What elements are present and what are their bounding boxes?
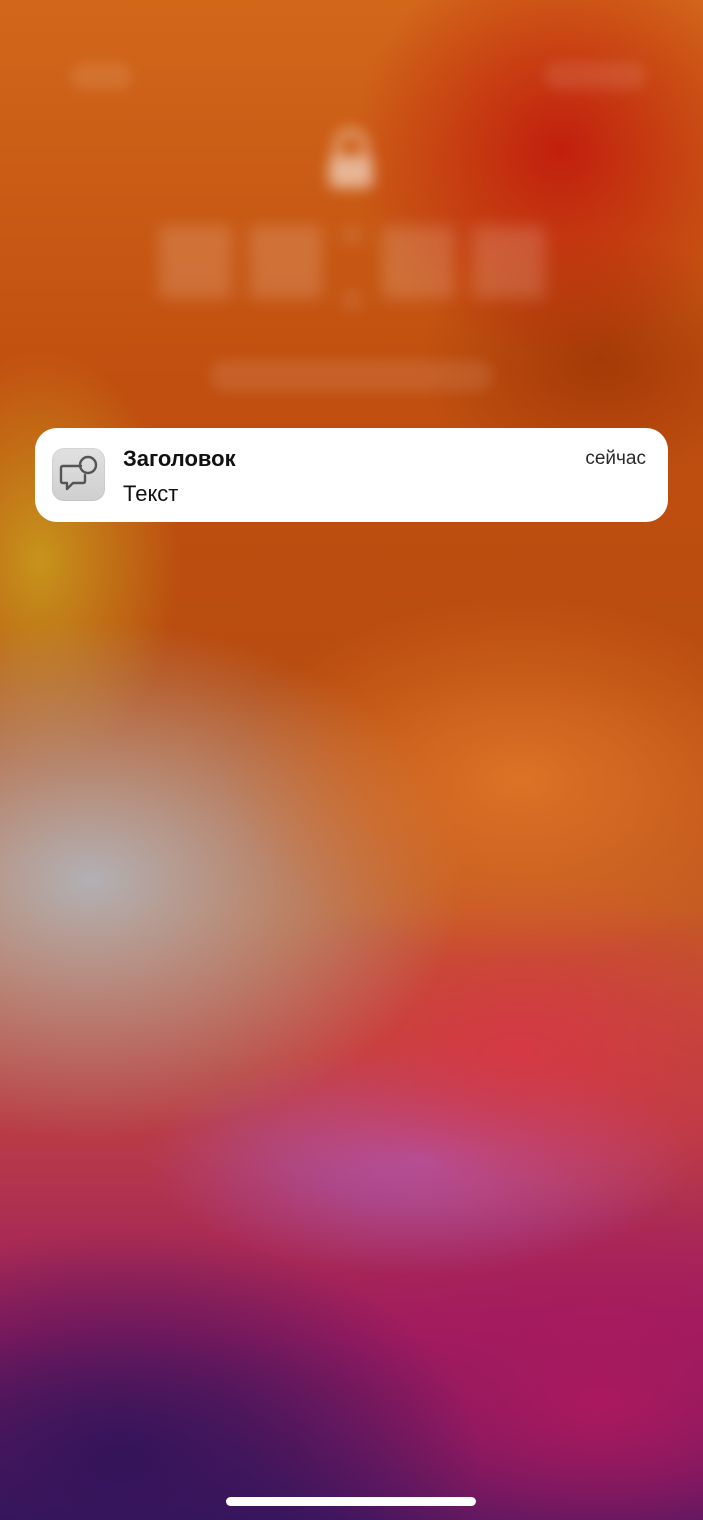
status-bar-left-blurred	[70, 62, 132, 90]
notification-title: Заголовок	[123, 446, 236, 471]
home-indicator[interactable]	[226, 1497, 476, 1506]
lock-date-blurred	[210, 360, 493, 392]
lock-clock-blurred: ■■:■■	[150, 171, 555, 339]
chat-bubble-badge-icon	[59, 455, 98, 491]
app-icon	[52, 448, 105, 501]
notification-banner[interactable]: Заголовок сейчас Текст	[35, 428, 668, 522]
notification-time: сейчас	[585, 448, 646, 469]
status-bar-right-blurred	[544, 62, 646, 90]
lock-screen-wallpaper: ■■:■■	[0, 0, 703, 1520]
notification-body: Текст	[123, 481, 179, 506]
